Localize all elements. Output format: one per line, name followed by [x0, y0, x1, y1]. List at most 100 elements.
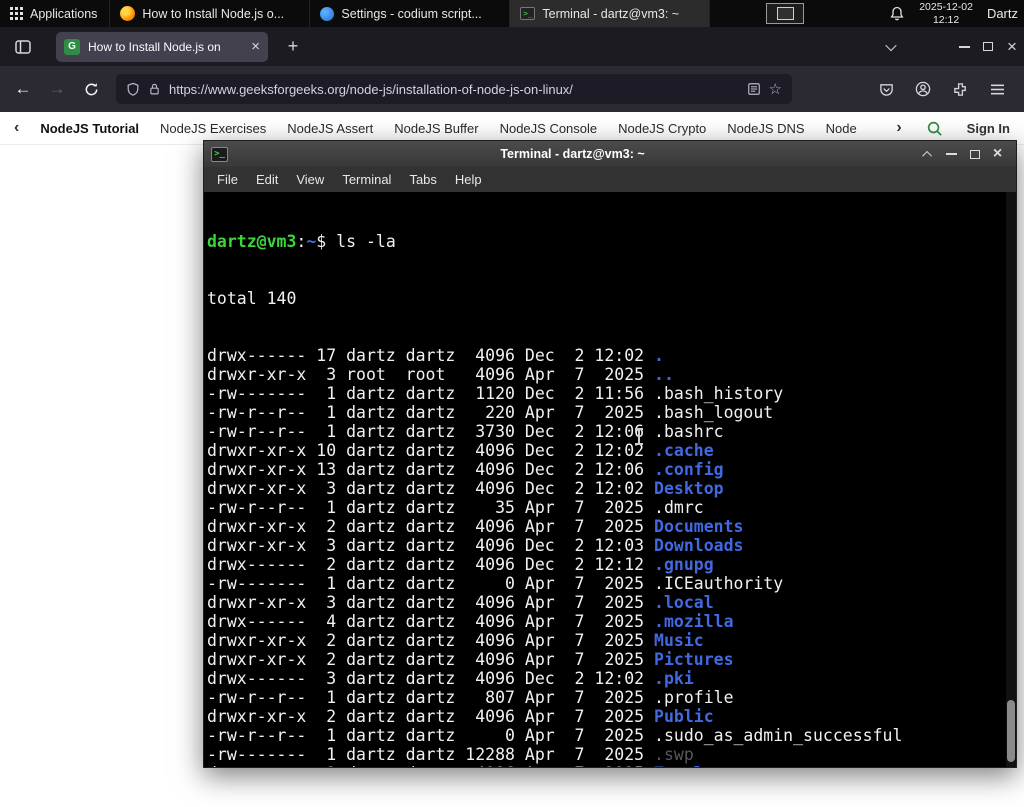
address-bar[interactable]: https://www.geeksforgeeks.org/node-js/in… — [116, 74, 792, 104]
firefox-icon — [120, 6, 136, 21]
nav-link-nodejs-crypto[interactable]: NodeJS Crypto — [618, 121, 706, 136]
reader-view-icon[interactable] — [747, 82, 761, 96]
extensions-icon[interactable] — [945, 74, 975, 104]
nav-link-nodejs-buffer[interactable]: NodeJS Buffer — [394, 121, 478, 136]
ls-columns: -rw-r--r-- 1 dartz dartz 0 Apr 7 2025 — [207, 726, 655, 745]
terminal-output-line: drwx------ 3 dartz dartz 4096 Dec 2 12:0… — [207, 669, 1016, 688]
terminal-output-line: drwxr-xr-x 3 dartz dartz 4096 Dec 2 12:0… — [207, 479, 1016, 498]
prompt-user-host: dartz@vm3 — [207, 232, 297, 251]
maximize-button[interactable] — [963, 143, 986, 165]
list-tabs-chevron-icon[interactable] — [878, 34, 904, 60]
terminal-output[interactable]: dartz@vm3:~$ ls -la total 140 drwx------… — [204, 192, 1016, 767]
nav-link-nodejs-assert[interactable]: NodeJS Assert — [287, 121, 373, 136]
sign-in-button[interactable]: Sign In — [967, 121, 1010, 136]
tracking-shield-icon[interactable] — [126, 82, 140, 97]
window-close-button[interactable]: × — [1000, 35, 1024, 59]
reload-button[interactable] — [76, 74, 106, 104]
nav-link-nodejs-dns[interactable]: NodeJS DNS — [727, 121, 804, 136]
shade-button[interactable] — [917, 143, 940, 165]
prompt-line: dartz@vm3:~$ ls -la — [207, 232, 1016, 251]
toolbar-right-icons — [871, 74, 1016, 104]
ls-columns: drwxr-xr-x 2 dartz dartz 4096 Apr 7 2025 — [207, 707, 655, 726]
window-maximize-button[interactable] — [976, 35, 1000, 59]
minimize-button[interactable] — [940, 143, 963, 165]
menu-file[interactable]: File — [208, 172, 247, 187]
panel-status-area: 2025-12-02 12:12 Dartz — [889, 1, 1024, 26]
scrollbar-thumb[interactable] — [1007, 700, 1015, 762]
terminal-output-line: drwx------ 2 dartz dartz 4096 Dec 2 12:1… — [207, 555, 1016, 574]
ls-columns: drwxr-xr-x 13 dartz dartz 4096 Dec 2 12:… — [207, 460, 655, 479]
prompt-dollar: $ — [316, 232, 337, 251]
lock-icon[interactable] — [148, 82, 161, 96]
terminal-window-controls: × — [917, 143, 1009, 165]
notification-bell-icon[interactable] — [889, 6, 905, 22]
search-icon[interactable] — [926, 120, 943, 137]
clock[interactable]: 2025-12-02 12:12 — [919, 1, 973, 26]
taskbar-item-settings[interactable]: Settings - codium script... — [310, 0, 511, 27]
new-tab-button[interactable]: + — [280, 36, 306, 57]
menu-edit[interactable]: Edit — [247, 172, 287, 187]
file-name: .swp — [654, 745, 694, 764]
menu-hamburger-icon[interactable] — [982, 74, 1012, 104]
terminal-output-line: -rw------- 1 dartz dartz 0 Apr 7 2025 .I… — [207, 574, 1016, 593]
ls-columns: -rw------- 1 dartz dartz 0 Apr 7 2025 — [207, 574, 655, 593]
terminal-scrollbar[interactable] — [1006, 192, 1016, 767]
applications-menu[interactable]: Applications — [0, 0, 111, 27]
taskbar-item-terminal[interactable]: >_ Terminal - dartz@vm3: ~ — [510, 0, 711, 27]
menu-terminal[interactable]: Terminal — [333, 172, 400, 187]
nav-scroll-right-icon[interactable]: › — [896, 120, 901, 136]
nav-link-nodejs-tutorial[interactable]: NodeJS Tutorial — [40, 121, 139, 136]
nav-link-nodejs-exercises[interactable]: NodeJS Exercises — [160, 121, 266, 136]
ls-columns: -rw-r--r-- 1 dartz dartz 35 Apr 7 2025 — [207, 498, 655, 517]
directory-name: Public — [654, 707, 714, 726]
terminal-output-line: drwxr-xr-x 2 dartz dartz 4096 Apr 7 2025… — [207, 650, 1016, 669]
back-button[interactable]: ← — [8, 74, 38, 104]
terminal-window: >_ Terminal - dartz@vm3: ~ × File Edit V… — [203, 140, 1017, 768]
total-line: total 140 — [207, 289, 297, 308]
firefox-view-icon[interactable] — [8, 33, 38, 61]
nav-link-nodejs-console[interactable]: NodeJS Console — [500, 121, 598, 136]
prompt-cwd: ~ — [306, 232, 317, 251]
workspace-switcher[interactable] — [766, 3, 805, 24]
terminal-output-line: drwxr-xr-x 13 dartz dartz 4096 Dec 2 12:… — [207, 460, 1016, 479]
terminal-output-line: -rw-r--r-- 1 dartz dartz 35 Apr 7 2025 .… — [207, 498, 1016, 517]
taskbar-item-browser[interactable]: How to Install Node.js o... — [110, 0, 311, 27]
terminal-icon: >_ — [520, 7, 536, 20]
terminal-menubar: File Edit View Terminal Tabs Help — [204, 167, 1016, 192]
ls-columns: -rw-r--r-- 1 dartz dartz 220 Apr 7 2025 — [207, 403, 655, 422]
ls-output: drwx------ 17 dartz dartz 4096 Dec 2 12:… — [207, 346, 1016, 767]
file-name: .bash_logout — [654, 403, 774, 422]
terminal-output-line: drwxr-xr-x 2 dartz dartz 4096 Apr 7 2025… — [207, 764, 1016, 767]
clock-time: 12:12 — [932, 13, 960, 26]
tab-close-icon[interactable]: × — [251, 39, 260, 54]
directory-name: Templates — [654, 764, 743, 767]
menu-help[interactable]: Help — [446, 172, 491, 187]
directory-name: .gnupg — [654, 555, 714, 574]
ls-columns: drwxr-xr-x 3 root root 4096 Apr 7 2025 — [207, 365, 655, 384]
file-name: .bash_history — [654, 384, 784, 403]
tab-bar: G How to Install Node.js on × + × — [0, 27, 1024, 66]
pocket-icon[interactable] — [871, 74, 901, 104]
username-label: Dartz — [986, 6, 1018, 21]
terminal-output-line: -rw-r--r-- 1 dartz dartz 3730 Dec 2 12:0… — [207, 422, 1016, 441]
menu-view[interactable]: View — [287, 172, 333, 187]
terminal-output-line: drwx------ 4 dartz dartz 4096 Apr 7 2025… — [207, 612, 1016, 631]
nav-link-node-truncated[interactable]: Node — [826, 121, 857, 136]
active-tab[interactable]: G How to Install Node.js on × — [56, 31, 268, 62]
ls-columns: drwxr-xr-x 2 dartz dartz 4096 Apr 7 2025 — [207, 517, 655, 536]
url-text[interactable]: https://www.geeksforgeeks.org/node-js/in… — [169, 82, 739, 97]
terminal-output-line: -rw-r--r-- 1 dartz dartz 0 Apr 7 2025 .s… — [207, 726, 1016, 745]
account-icon[interactable] — [908, 74, 938, 104]
close-button[interactable]: × — [986, 143, 1009, 165]
directory-name: .config — [654, 460, 724, 479]
ls-columns: drwx------ 3 dartz dartz 4096 Dec 2 12:0… — [207, 669, 655, 688]
window-minimize-button[interactable] — [952, 35, 976, 59]
ls-columns: drwx------ 4 dartz dartz 4096 Apr 7 2025 — [207, 612, 655, 631]
terminal-output-line: drwxr-xr-x 2 dartz dartz 4096 Apr 7 2025… — [207, 631, 1016, 650]
applications-label: Applications — [30, 6, 98, 21]
nav-scroll-left-icon[interactable]: ‹ — [14, 120, 19, 136]
clock-date: 2025-12-02 — [919, 0, 973, 13]
terminal-titlebar[interactable]: >_ Terminal - dartz@vm3: ~ × — [204, 141, 1016, 167]
bookmark-star-icon[interactable]: ☆ — [769, 80, 782, 98]
menu-tabs[interactable]: Tabs — [400, 172, 445, 187]
